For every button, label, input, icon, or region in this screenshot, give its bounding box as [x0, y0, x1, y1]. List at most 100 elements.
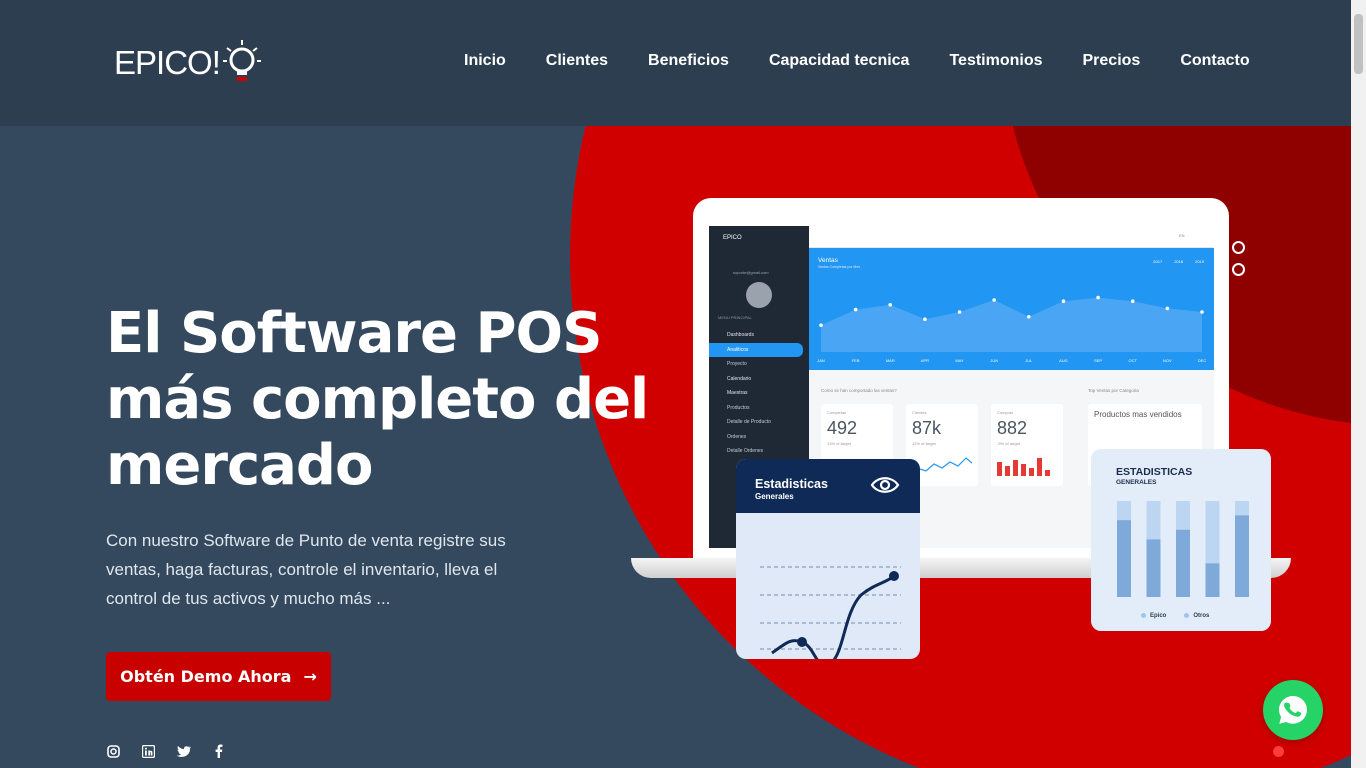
stats-card-header: Estadisticas Generales [736, 459, 920, 513]
nav-clientes[interactable]: Clientes [546, 52, 608, 70]
arrow-right-icon: → [303, 667, 317, 686]
dashboard-sidebar-item: Dashboards [727, 332, 754, 339]
stats-bar-chart [1117, 501, 1249, 597]
logo[interactable]: EPICO! [114, 38, 262, 86]
sales-point [888, 303, 893, 307]
sales-point [1027, 315, 1031, 319]
stat-note: 12% of target [912, 441, 936, 446]
hero-description: Con nuestro Software de Punto de venta r… [106, 531, 506, 608]
twitter-icon[interactable] [176, 745, 191, 758]
sales-point [1200, 310, 1204, 314]
dashboard-sidebar-item: Proyecto [727, 361, 747, 368]
linkedin-icon[interactable] [141, 744, 156, 758]
dashboard-email: soporte@gmail.com [733, 270, 769, 275]
legend-epico: Epico [1141, 613, 1166, 619]
facebook-icon[interactable] [211, 744, 226, 758]
stat-card-compras: Compras 882 -5% of target [991, 404, 1063, 486]
dashboard-topbar: EN [809, 226, 1214, 248]
stats-card-title: Estadisticas [755, 477, 828, 491]
stat-label: Compras [997, 410, 1014, 415]
legend-otros: Otros [1184, 613, 1209, 619]
social-links [106, 744, 226, 758]
month-tick-label: MAY [955, 358, 964, 363]
month-tick-label: FEB [852, 358, 860, 363]
dashboard-sidebar-item: Maestras [727, 390, 748, 397]
avatar [746, 282, 772, 308]
stat-label: Completas [827, 410, 847, 415]
demo-button[interactable]: Obtén Demo Ahora → [106, 652, 331, 701]
top-products-title: Productos mas vendidos [1094, 410, 1182, 419]
stat-value: 882 [997, 418, 1028, 438]
sales-point [1130, 299, 1135, 303]
whatsapp-button[interactable] [1263, 680, 1323, 740]
nav-inicio[interactable]: Inicio [464, 52, 506, 70]
month-tick-label: JAN [817, 358, 825, 363]
sales-area-chart: JAN FEB MAR APR MAY JUN JUL AUG SEP OCT NOV DEC [817, 295, 1207, 363]
sales-point [1096, 295, 1100, 300]
hero-title: El Software POS más completo del mercado [106, 301, 649, 498]
lightbulb-icon [222, 40, 261, 81]
month-tick-label: APR [921, 358, 929, 363]
page-scrollbar[interactable] [1351, 0, 1366, 768]
instagram-icon[interactable] [106, 744, 121, 758]
stat-value: 87k [912, 418, 942, 438]
nav-capacidad-tecnica[interactable]: Capacidad tecnica [769, 52, 910, 70]
nav-contacto[interactable]: Contacto [1180, 52, 1249, 70]
month-tick-label: JUN [990, 358, 998, 363]
stat-note: -5% of target [997, 441, 1020, 446]
sales-point [992, 298, 996, 302]
mini-bar-chart [997, 458, 1050, 476]
nav-testimonios[interactable]: Testimonios [949, 52, 1042, 70]
bar-epico [1205, 563, 1220, 597]
logo-text: EPICO! [114, 43, 221, 81]
bar-epico [1176, 529, 1190, 597]
month-tick-label: NOV [1163, 358, 1172, 363]
language-selector: EN [1179, 233, 1185, 238]
dashboard-sidebar-item: Ordenes [727, 433, 747, 440]
stats-card-left: Estadisticas Generales 5467 2652 [736, 459, 920, 659]
section-label: Como se han comportado las ventas? [821, 388, 897, 393]
sales-point [1061, 299, 1066, 303]
sales-point [923, 317, 927, 321]
stats-line-chart [760, 566, 901, 659]
month-tick-label: SEP [1094, 358, 1102, 363]
month-tick-label: JUL [1025, 358, 1033, 363]
eye-icon [870, 477, 900, 493]
whatsapp-icon [1279, 696, 1307, 724]
sales-point [853, 307, 858, 312]
dashboard-sidebar-item: Detalle de Producto [727, 419, 771, 426]
month-tick-label: MAR [886, 358, 895, 363]
bar-epico [1235, 515, 1249, 597]
site-header: EPICO! Inicio Clientes Beneficios Capaci… [0, 0, 1351, 126]
stat-label: Clientes [912, 410, 927, 415]
dashboard-menu-label: MENU PRINCIPAL [718, 315, 752, 320]
scrollbar-thumb[interactable] [1354, 14, 1363, 74]
nav-beneficios[interactable]: Beneficios [648, 52, 729, 70]
demo-button-label: Obtén Demo Ahora [120, 667, 292, 686]
stats-card-right: ESTADISTICAS GENERALES Epico Otros [1091, 449, 1271, 631]
stat-value: 492 [827, 418, 858, 438]
sales-area [821, 297, 1202, 352]
month-tick-label: DEC [1198, 358, 1207, 363]
main-nav: Inicio Clientes Beneficios Capacidad tec… [464, 52, 1290, 70]
month-tick-label: AUG [1059, 358, 1068, 363]
top-categories-label: Top Ventas por Categoria [1088, 388, 1139, 393]
dashboard-sidebar-items: Dashboards Analiticos Proyecto Calendario Ma… [709, 328, 809, 459]
stats-card-subtitle: Generales [755, 492, 794, 501]
sales-point [819, 323, 823, 327]
notification-badge [1273, 746, 1284, 757]
bar-epico [1117, 520, 1131, 597]
sales-point [957, 310, 962, 314]
sales-point [1165, 306, 1170, 311]
sparkline [912, 457, 972, 473]
sales-chart-panel: Ventas Ventas Completas por Mes 2017 201… [809, 248, 1214, 370]
nav-precios[interactable]: Precios [1083, 52, 1141, 70]
dashboard-sidebar-item: Analiticos [709, 342, 803, 357]
dashboard-sidebar-item: Productos [727, 404, 750, 411]
dashboard-brand: EPICO [723, 235, 742, 241]
dashboard-sidebar-item: Calendario [727, 375, 752, 382]
dashboard-sidebar-item: Detalle Ordenes [727, 448, 764, 455]
bar-epico [1146, 539, 1161, 597]
stat-note: 13% of target [827, 441, 851, 446]
stats-legend: Epico Otros [1141, 613, 1209, 619]
